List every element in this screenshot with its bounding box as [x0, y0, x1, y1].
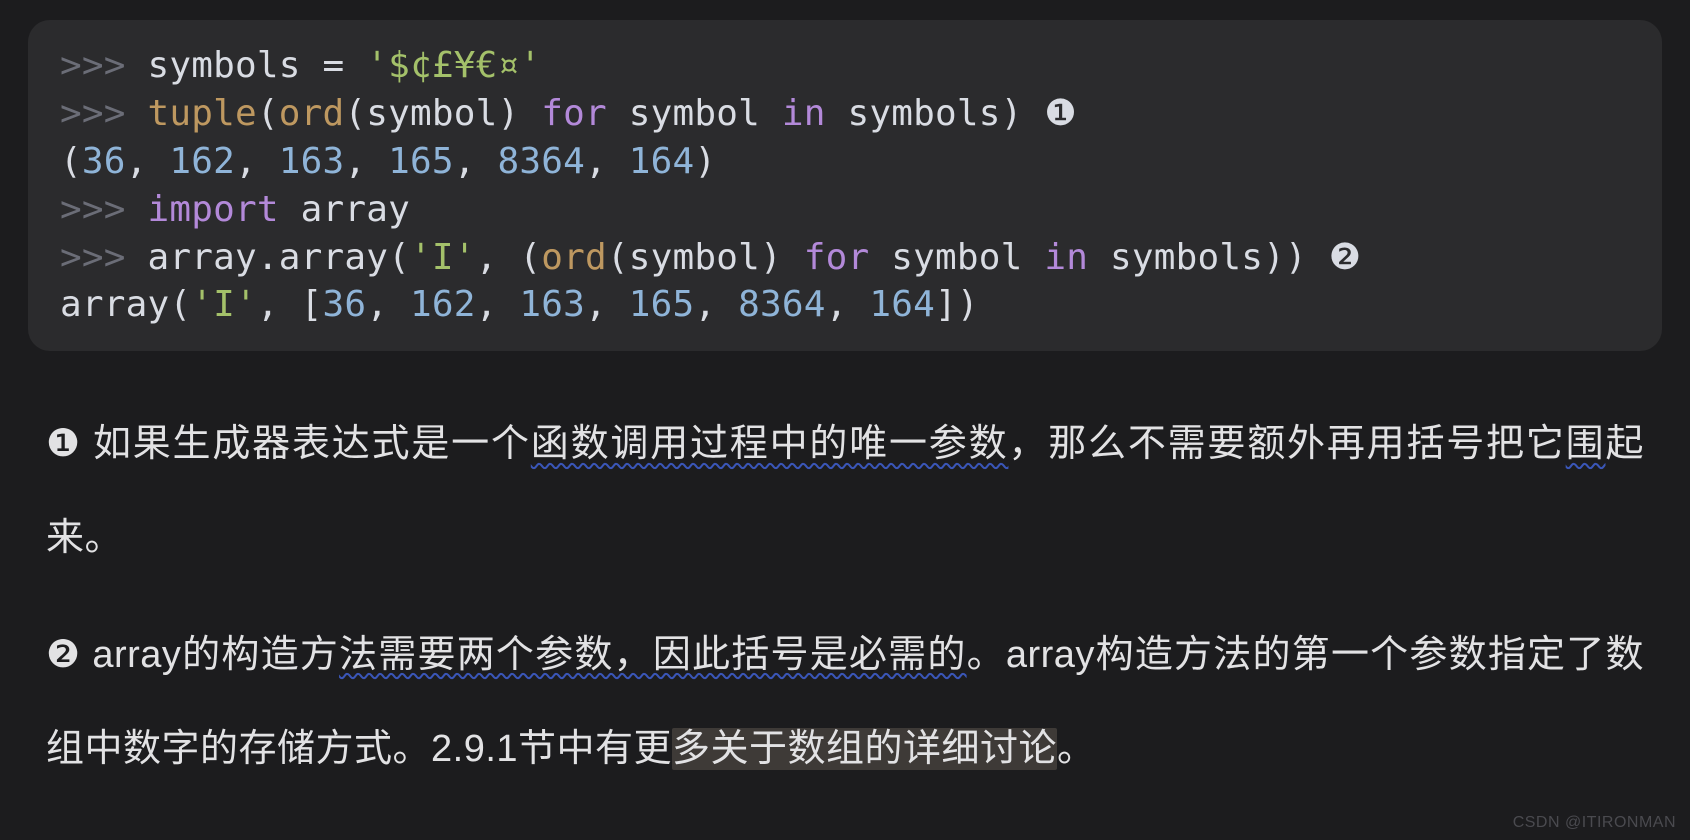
- code-text: ,: [585, 284, 629, 325]
- code-text: symbols: [1110, 237, 1263, 278]
- code-text: (: [344, 93, 366, 134]
- prompt: >>>: [60, 45, 148, 86]
- code-text: =: [301, 45, 367, 86]
- code-num: 162: [410, 284, 476, 325]
- code-text: ,: [826, 284, 870, 325]
- code-string: 'I': [191, 284, 257, 325]
- code-text: [869, 237, 891, 278]
- code-text: [279, 189, 301, 230]
- code-text: (: [607, 237, 629, 278]
- underlined-text: 函数调用过程中的唯一参数: [531, 423, 1009, 465]
- prompt: >>>: [60, 189, 148, 230]
- callout-2-icon: ❷: [1329, 237, 1361, 278]
- code-text: array.array(: [148, 237, 411, 278]
- code-num: 165: [388, 141, 454, 182]
- prompt: >>>: [60, 237, 148, 278]
- code-num: 8364: [498, 141, 586, 182]
- code-keyword: for: [804, 237, 870, 278]
- code-text: ,: [476, 284, 520, 325]
- code-text: symbol: [891, 237, 1022, 278]
- code-num: 36: [323, 284, 367, 325]
- code-text: , (: [476, 237, 542, 278]
- callout-2-icon: ❷: [46, 608, 81, 702]
- code-text: symbol: [366, 93, 497, 134]
- code-block: >>> symbols = '$¢£¥€¤' >>> tuple(ord(sym…: [28, 20, 1662, 351]
- code-text: ,: [454, 141, 498, 182]
- callout-1-icon: ❶: [1044, 93, 1076, 134]
- code-builtin: ord: [541, 237, 607, 278]
- code-text: array: [301, 189, 410, 230]
- code-text: ): [1001, 93, 1045, 134]
- code-num: 162: [169, 141, 235, 182]
- code-text: ,: [126, 141, 170, 182]
- code-text: array(: [60, 284, 191, 325]
- code-text: symbols: [848, 93, 1001, 134]
- code-string: 'I': [410, 237, 476, 278]
- code-text: symbol: [629, 237, 760, 278]
- code-text: [826, 93, 848, 134]
- note-text: ，那么不需要额外再用括号把它: [1008, 423, 1565, 465]
- note-text: 。: [1057, 728, 1096, 770]
- code-num: 164: [869, 284, 935, 325]
- code-text: ): [760, 237, 804, 278]
- code-text: [760, 93, 782, 134]
- code-keyword: in: [1044, 237, 1088, 278]
- code-num: 165: [629, 284, 695, 325]
- code-num: 163: [519, 284, 585, 325]
- code-keyword: in: [782, 93, 826, 134]
- code-text: ): [498, 93, 542, 134]
- code-text: ,: [694, 284, 738, 325]
- code-builtin: ord: [279, 93, 345, 134]
- notes-section: ❶ 如果生成器表达式是一个函数调用过程中的唯一参数，那么不需要额外再用括号把它围…: [28, 351, 1662, 796]
- note-text: array的构造方: [81, 634, 339, 676]
- code-text: ]): [935, 284, 979, 325]
- underlined-text: 围: [1566, 423, 1606, 465]
- highlighted-text: 多关于数组的详细讨论: [672, 728, 1057, 770]
- code-text: [1023, 237, 1045, 278]
- code-text: (: [60, 141, 82, 182]
- code-text: ): [694, 141, 716, 182]
- note-1: ❶ 如果生成器表达式是一个函数调用过程中的唯一参数，那么不需要额外再用括号把它围…: [46, 397, 1644, 585]
- code-text: ,: [235, 141, 279, 182]
- code-text: )): [1263, 237, 1329, 278]
- code-num: 36: [82, 141, 126, 182]
- callout-1-icon: ❶: [46, 397, 81, 491]
- code-text: symbol: [629, 93, 760, 134]
- code-text: (: [257, 93, 279, 134]
- code-text: ,: [366, 284, 410, 325]
- note-2: ❷ array的构造方法需要两个参数，因此括号是必需的。array构造方法的第一…: [46, 608, 1644, 796]
- code-num: 164: [629, 141, 695, 182]
- code-builtin: tuple: [148, 93, 257, 134]
- code-num: 8364: [738, 284, 826, 325]
- code-text: [1088, 237, 1110, 278]
- code-text: symbols: [148, 45, 301, 86]
- watermark: CSDN @ITIRONMAN: [1513, 814, 1676, 832]
- note-text: 如果生成器表达式是一个: [81, 423, 531, 465]
- underlined-text: 法需要两个参数，因此括号是必需的: [339, 634, 967, 676]
- code-text: , [: [257, 284, 323, 325]
- code-keyword: for: [541, 93, 607, 134]
- code-string: '$¢£¥€¤': [366, 45, 541, 86]
- code-keyword: import: [148, 189, 279, 230]
- prompt: >>>: [60, 93, 148, 134]
- code-text: ,: [585, 141, 629, 182]
- code-text: ,: [344, 141, 388, 182]
- code-text: [607, 93, 629, 134]
- code-num: 163: [279, 141, 345, 182]
